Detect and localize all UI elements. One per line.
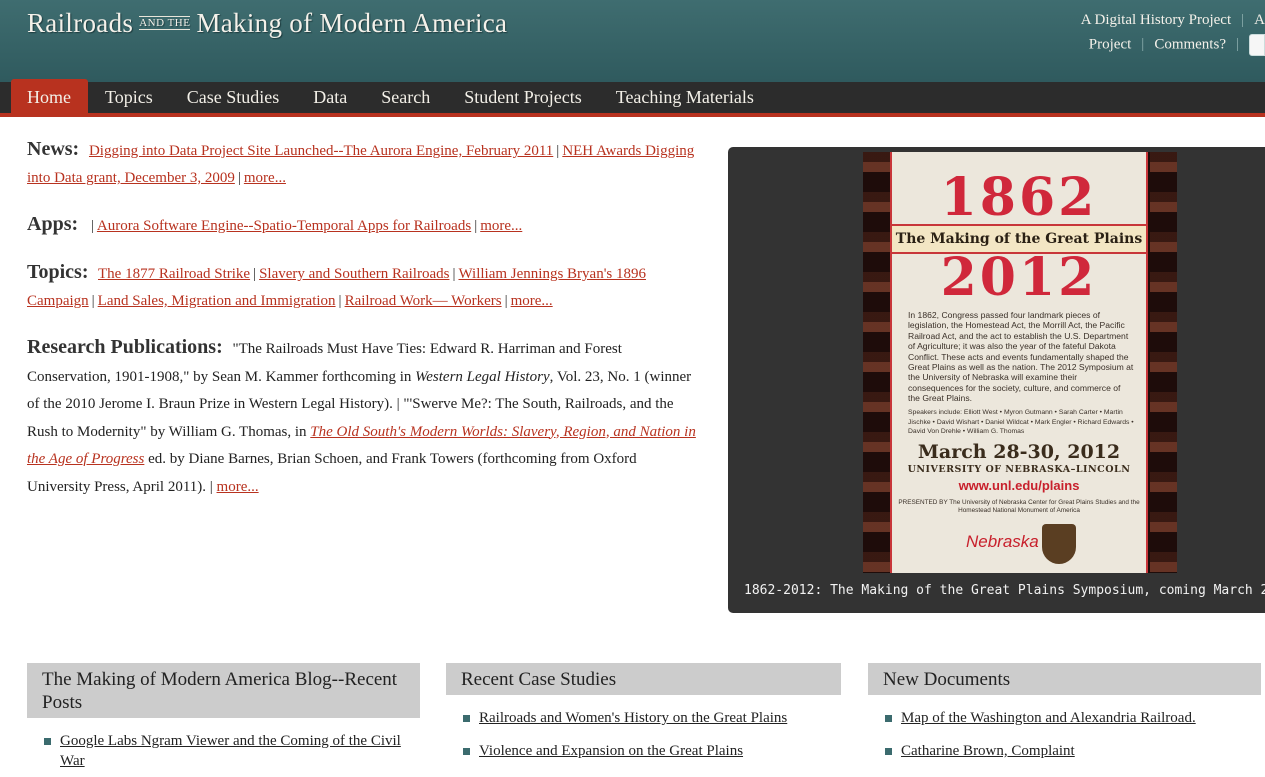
bullet-icon — [463, 715, 470, 722]
search-input[interactable] — [1249, 34, 1265, 56]
topic-link[interactable]: The 1877 Railroad Strike — [98, 266, 250, 282]
nav-teaching-materials[interactable]: Teaching Materials — [599, 82, 771, 113]
site-title[interactable]: Railroads AND THE Making of Modern America — [27, 8, 507, 39]
poster-university: UNIVERSITY OF NEBRASKA–LINCOLN — [907, 464, 1131, 475]
topic-link[interactable]: Land Sales, Migration and Immigration — [98, 293, 336, 309]
document-link[interactable]: Catharine Brown, Complaint — [901, 743, 1075, 759]
list-item: Railroads and Women's History on the Gre… — [446, 708, 841, 728]
topics-heading: Topics: — [27, 261, 89, 283]
poster-url: www.unl.edu/plains — [958, 478, 1080, 493]
blog-column: The Making of Modern America Blog--Recen… — [27, 663, 420, 771]
poster-year-start: 1862 — [940, 167, 1098, 228]
topic-link[interactable]: Slavery and Southern Railroads — [259, 266, 449, 282]
site-header: Railroads AND THE Making of Modern America… — [0, 0, 1265, 82]
separator: | — [1241, 12, 1245, 28]
news-link[interactable]: Digging into Data Project Site Launched-… — [89, 143, 553, 159]
main-content: News: Digging into Data Project Site Lau… — [27, 136, 702, 520]
nav-case-studies[interactable]: Case Studies — [170, 82, 297, 113]
top-link-cut[interactable]: A — [1254, 12, 1265, 28]
site-title-and: AND THE — [139, 15, 191, 30]
nav-home[interactable]: Home — [11, 79, 88, 113]
site-title-part2: Making of Modern America — [196, 8, 508, 38]
separator: | — [1235, 36, 1239, 53]
symposium-poster[interactable]: 1862 The Making of the Great Plains 2012… — [863, 152, 1177, 573]
feature-panel: 1862 The Making of the Great Plains 2012… — [728, 147, 1265, 613]
separator: | — [91, 293, 95, 309]
comments-link[interactable]: Comments? — [1154, 36, 1226, 52]
feature-caption: 1862-2012: The Making of the Great Plain… — [744, 583, 1265, 598]
bullet-icon — [885, 715, 892, 722]
poster-border-pattern — [863, 152, 890, 573]
nav-topics[interactable]: Topics — [88, 82, 170, 113]
research-heading: Research Publications: — [27, 336, 223, 358]
separator: | — [338, 293, 342, 309]
digital-history-project-link[interactable]: A Digital History Project — [1081, 12, 1231, 28]
poster-year-end: 2012 — [940, 247, 1098, 308]
separator: | — [237, 170, 241, 186]
poster-speakers: Speakers include: Elliott West • Myron G… — [908, 409, 1134, 436]
topic-link[interactable]: Railroad Work— Workers — [345, 293, 502, 309]
document-link[interactable]: Map of the Washington and Alexandria Rai… — [901, 710, 1196, 726]
project-link[interactable]: Project — [1089, 36, 1132, 52]
separator: | — [452, 266, 456, 282]
apps-section: Apps: | Aurora Software Engine--Spatio-Te… — [27, 211, 702, 240]
news-heading: News: — [27, 138, 80, 160]
apps-link[interactable]: Aurora Software Engine--Spatio-Temporal … — [97, 218, 471, 234]
nav-search[interactable]: Search — [364, 82, 447, 113]
news-more-link[interactable]: more... — [244, 170, 286, 186]
bullet-icon — [44, 738, 51, 745]
top-links: A Digital History Project | A Project | Comm… — [1081, 12, 1265, 56]
bullet-icon — [885, 748, 892, 755]
separator: | — [556, 143, 560, 159]
apps-heading: Apps: — [27, 213, 79, 235]
poster-dates: March 28-30, 2012 — [917, 441, 1121, 463]
nav-data[interactable]: Data — [296, 82, 364, 113]
separator: | — [474, 218, 478, 234]
main-nav: Home Topics Case Studies Data Search Stu… — [0, 79, 1265, 117]
list-item: Catharine Brown, Complaint — [868, 741, 1261, 761]
poster-description: In 1862, Congress passed four landmark p… — [908, 310, 1134, 404]
case-studies-heading: Recent Case Studies — [446, 663, 841, 695]
apps-more-link[interactable]: more... — [480, 218, 522, 234]
journal-title: Western Legal History — [415, 368, 550, 385]
list-item: Violence and Expansion on the Great Plai… — [446, 741, 841, 761]
case-studies-column: Recent Case Studies Railroads and Women'… — [446, 663, 841, 761]
news-section: News: Digging into Data Project Site Lau… — [27, 136, 702, 192]
blog-post-link[interactable]: Google Labs Ngram Viewer and the Coming … — [60, 733, 401, 769]
research-section: Research Publications: "The Railroads Mu… — [27, 334, 702, 501]
case-study-link[interactable]: Railroads and Women's History on the Gre… — [479, 710, 787, 726]
park-service-badge-icon — [1042, 524, 1076, 564]
site-title-part1: Railroads — [27, 8, 134, 38]
new-documents-heading: New Documents — [868, 663, 1261, 695]
case-study-link[interactable]: Violence and Expansion on the Great Plai… — [479, 743, 743, 759]
bullet-icon — [463, 748, 470, 755]
list-item: Map of the Washington and Alexandria Rai… — [868, 708, 1261, 728]
separator: | — [253, 266, 257, 282]
poster-presenters: PRESENTED BY The University of Nebraska … — [898, 499, 1140, 515]
poster-body: 1862 The Making of the Great Plains 2012… — [890, 152, 1148, 573]
topics-more-link[interactable]: more... — [511, 293, 553, 309]
poster-border-pattern — [1150, 152, 1177, 573]
blog-heading: The Making of Modern America Blog--Recen… — [27, 663, 420, 718]
separator: | — [1141, 36, 1145, 53]
separator: | — [504, 293, 508, 309]
research-more-link[interactable]: more... — [217, 479, 259, 495]
nav-student-projects[interactable]: Student Projects — [447, 82, 599, 113]
new-documents-column: New Documents Map of the Washington and … — [868, 663, 1261, 761]
list-item: Google Labs Ngram Viewer and the Coming … — [27, 731, 420, 771]
separator: | — [90, 218, 94, 234]
topics-section: Topics: The 1877 Railroad Strike | Slavery… — [27, 259, 702, 315]
nebraska-logo: Nebraska — [966, 532, 1039, 551]
